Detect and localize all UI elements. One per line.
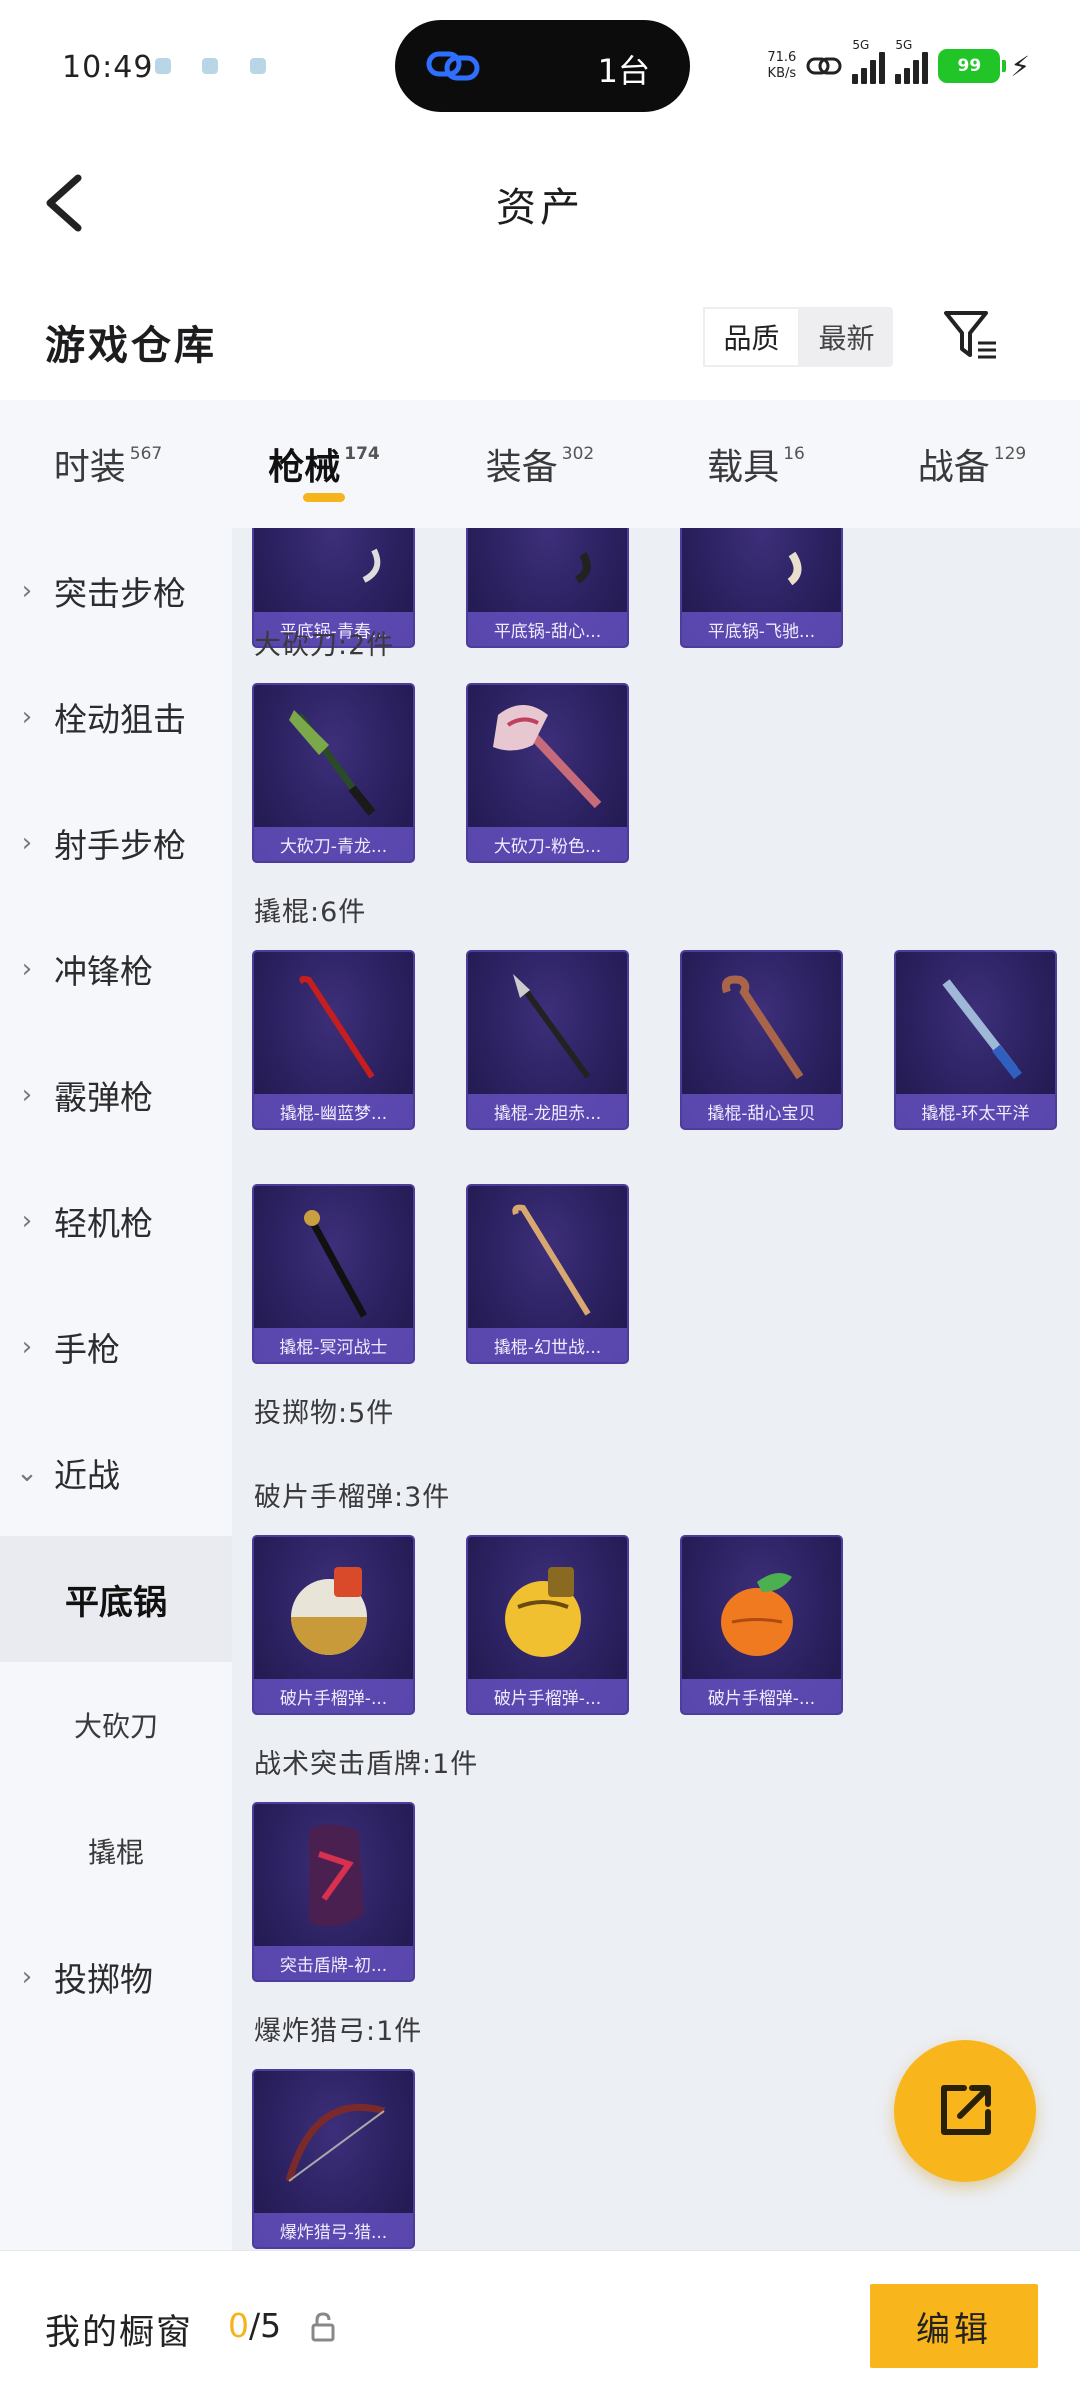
filter-icon[interactable] (940, 305, 1000, 365)
chevron-right-icon: › (21, 576, 33, 606)
tab-guns[interactable]: 枪械 174 (216, 400, 432, 528)
item-card[interactable]: 大砍刀-粉色... (466, 683, 629, 863)
notification-icon (250, 58, 266, 74)
chevron-right-icon: › (21, 1332, 33, 1362)
edit-button[interactable]: 编辑 (870, 2284, 1038, 2368)
chevron-right-icon: › (21, 702, 33, 732)
showcase-count: 0/5 (228, 2306, 282, 2345)
grenade-icon (291, 1567, 367, 1655)
sort-toggle: 品质 最新 (703, 307, 893, 367)
active-tab-indicator (303, 493, 345, 502)
sidebar-item-bolt-sniper[interactable]: › 栓动狙击 (0, 654, 232, 780)
item-card[interactable]: 撬棍-幻世战... (466, 1184, 629, 1364)
sort-quality-button[interactable]: 品质 (703, 307, 800, 367)
page-title: 资产 (496, 185, 584, 231)
group-title: 撬棍:6件 (254, 897, 367, 928)
grenade-icon (721, 1573, 793, 1656)
hotspot-link-icon (806, 57, 842, 75)
item-card[interactable]: 平底锅-甜心... (466, 528, 629, 648)
item-grid: 平底锅-青春... 平底锅-甜心... 平底锅-飞驰... 大砍刀:2件 大砍刀… (232, 528, 1080, 2250)
group-title: 爆炸猎弓:1件 (254, 2016, 423, 2047)
device-count: 1台 (597, 52, 650, 90)
cane-icon (721, 975, 804, 1080)
blade-icon (942, 979, 1022, 1080)
weapon-category-sidebar: › 突击步枪 › 栓动狙击 › 射手步枪 › 冲锋枪 › 霰弹枪 › 轻机枪 › 手枪 ⌄ 近战… (0, 528, 232, 2250)
item-card[interactable]: 撬棍-幽蓝梦... (252, 950, 415, 1130)
warehouse-header: 游戏仓库 品质 最新 (0, 275, 1080, 400)
tab-vehicles[interactable]: 载具 16 (648, 400, 864, 528)
sidebar-item-pistol[interactable]: › 手枪 (0, 1284, 232, 1410)
item-card[interactable]: 爆炸猎弓-猎... (252, 2069, 415, 2249)
item-card[interactable]: 大砍刀-青龙... (252, 683, 415, 863)
chevron-right-icon: › (21, 1080, 33, 1110)
sidebar-item-shotgun[interactable]: › 霰弹枪 (0, 1032, 232, 1158)
tab-fashion[interactable]: 时装 567 (0, 400, 216, 528)
group-title: 战术突击盾牌:1件 (254, 1749, 479, 1780)
sidebar-item-throwables[interactable]: › 投掷物 (0, 1914, 232, 2040)
item-card[interactable]: 突击盾牌-初... (252, 1802, 415, 1982)
sidebar-subitem-machete[interactable]: 大砍刀 (0, 1662, 232, 1788)
spear-icon (513, 974, 591, 1079)
item-card[interactable]: 撬棍-冥河战士 (252, 1184, 415, 1364)
group-title: 投掷物:5件 (254, 1398, 395, 1429)
lock-icon (311, 2312, 335, 2342)
status-icons: 71.6 KB/s 5G 5G 99 ⚡ (767, 38, 1030, 88)
sidebar-subitem-pan[interactable]: 平底锅 (0, 1536, 232, 1662)
grenade-icon (505, 1567, 581, 1657)
shield-icon (309, 1824, 364, 1927)
status-bar: 10:49 1台 71.6 KB/s 5G 5G 99 ⚡ (0, 0, 1080, 130)
group-title: 大砍刀:2件 (254, 630, 395, 661)
item-card[interactable]: 撬棍-甜心宝贝 (680, 950, 843, 1130)
axe-icon (493, 705, 602, 809)
sidebar-item-smg[interactable]: › 冲锋枪 (0, 906, 232, 1032)
group-title: 破片手榴弹:3件 (254, 1482, 451, 1513)
staff-icon (304, 1210, 368, 1318)
machete-icon (289, 710, 376, 816)
crowbar-icon (299, 975, 375, 1079)
chevron-right-icon: › (21, 954, 33, 984)
sort-newest-button[interactable]: 最新 (800, 307, 893, 367)
tab-battle-gear[interactable]: 战备 129 (864, 400, 1080, 528)
category-tabs: 时装 567 枪械 174 装备 302 载具 16 战备 129 (0, 400, 1080, 528)
share-fab-button[interactable] (894, 2040, 1036, 2182)
sidebar-item-assault-rifle[interactable]: › 突击步枪 (0, 528, 232, 654)
item-card[interactable]: 平底锅-飞驰... (680, 528, 843, 648)
share-out-icon (941, 2085, 991, 2135)
pan-icon (574, 552, 591, 584)
status-time: 10:49 (62, 50, 154, 85)
signal-icon: 5G (852, 38, 886, 84)
notification-icon (202, 58, 218, 74)
app-header: 资产 (0, 130, 1080, 270)
showcase-bar: 我的橱窗 0/5 编辑 (0, 2250, 1080, 2400)
net-speed: 71.6 KB/s (767, 50, 797, 81)
item-card[interactable]: 撬棍-环太平洋 (894, 950, 1057, 1130)
chevron-right-icon: › (21, 1206, 33, 1236)
item-card[interactable]: 撬棍-龙胆赤... (466, 950, 629, 1130)
notification-icon (155, 58, 171, 74)
item-card[interactable]: 破片手榴弹-... (252, 1535, 415, 1715)
sidebar-item-marksman-rifle[interactable]: › 射手步枪 (0, 780, 232, 906)
signal-icon: 5G (895, 38, 929, 84)
item-card[interactable]: 破片手榴弹-... (466, 1535, 629, 1715)
link-icon (426, 51, 480, 81)
item-card[interactable]: 破片手榴弹-... (680, 1535, 843, 1715)
pan-icon (362, 548, 381, 583)
chevron-down-icon: ⌄ (16, 1458, 38, 1488)
chevron-right-icon: › (21, 1962, 33, 1992)
dynamic-island[interactable]: 1台 (395, 20, 690, 112)
battery-icon: 99 (938, 49, 1007, 83)
pan-icon (787, 551, 802, 586)
chevron-right-icon: › (21, 828, 33, 858)
charging-icon: ⚡ (1010, 49, 1030, 83)
sidebar-item-melee[interactable]: ⌄ 近战 (0, 1410, 232, 1536)
crowbar-icon (512, 1204, 591, 1316)
section-title: 游戏仓库 (45, 323, 217, 369)
sidebar-subitem-crowbar[interactable]: 撬棍 (0, 1788, 232, 1914)
sidebar-item-lmg[interactable]: › 轻机枪 (0, 1158, 232, 1284)
tab-equipment[interactable]: 装备 302 (432, 400, 648, 528)
showcase-label: 我的橱窗 (45, 2313, 194, 2353)
bow-icon (285, 2103, 385, 2182)
